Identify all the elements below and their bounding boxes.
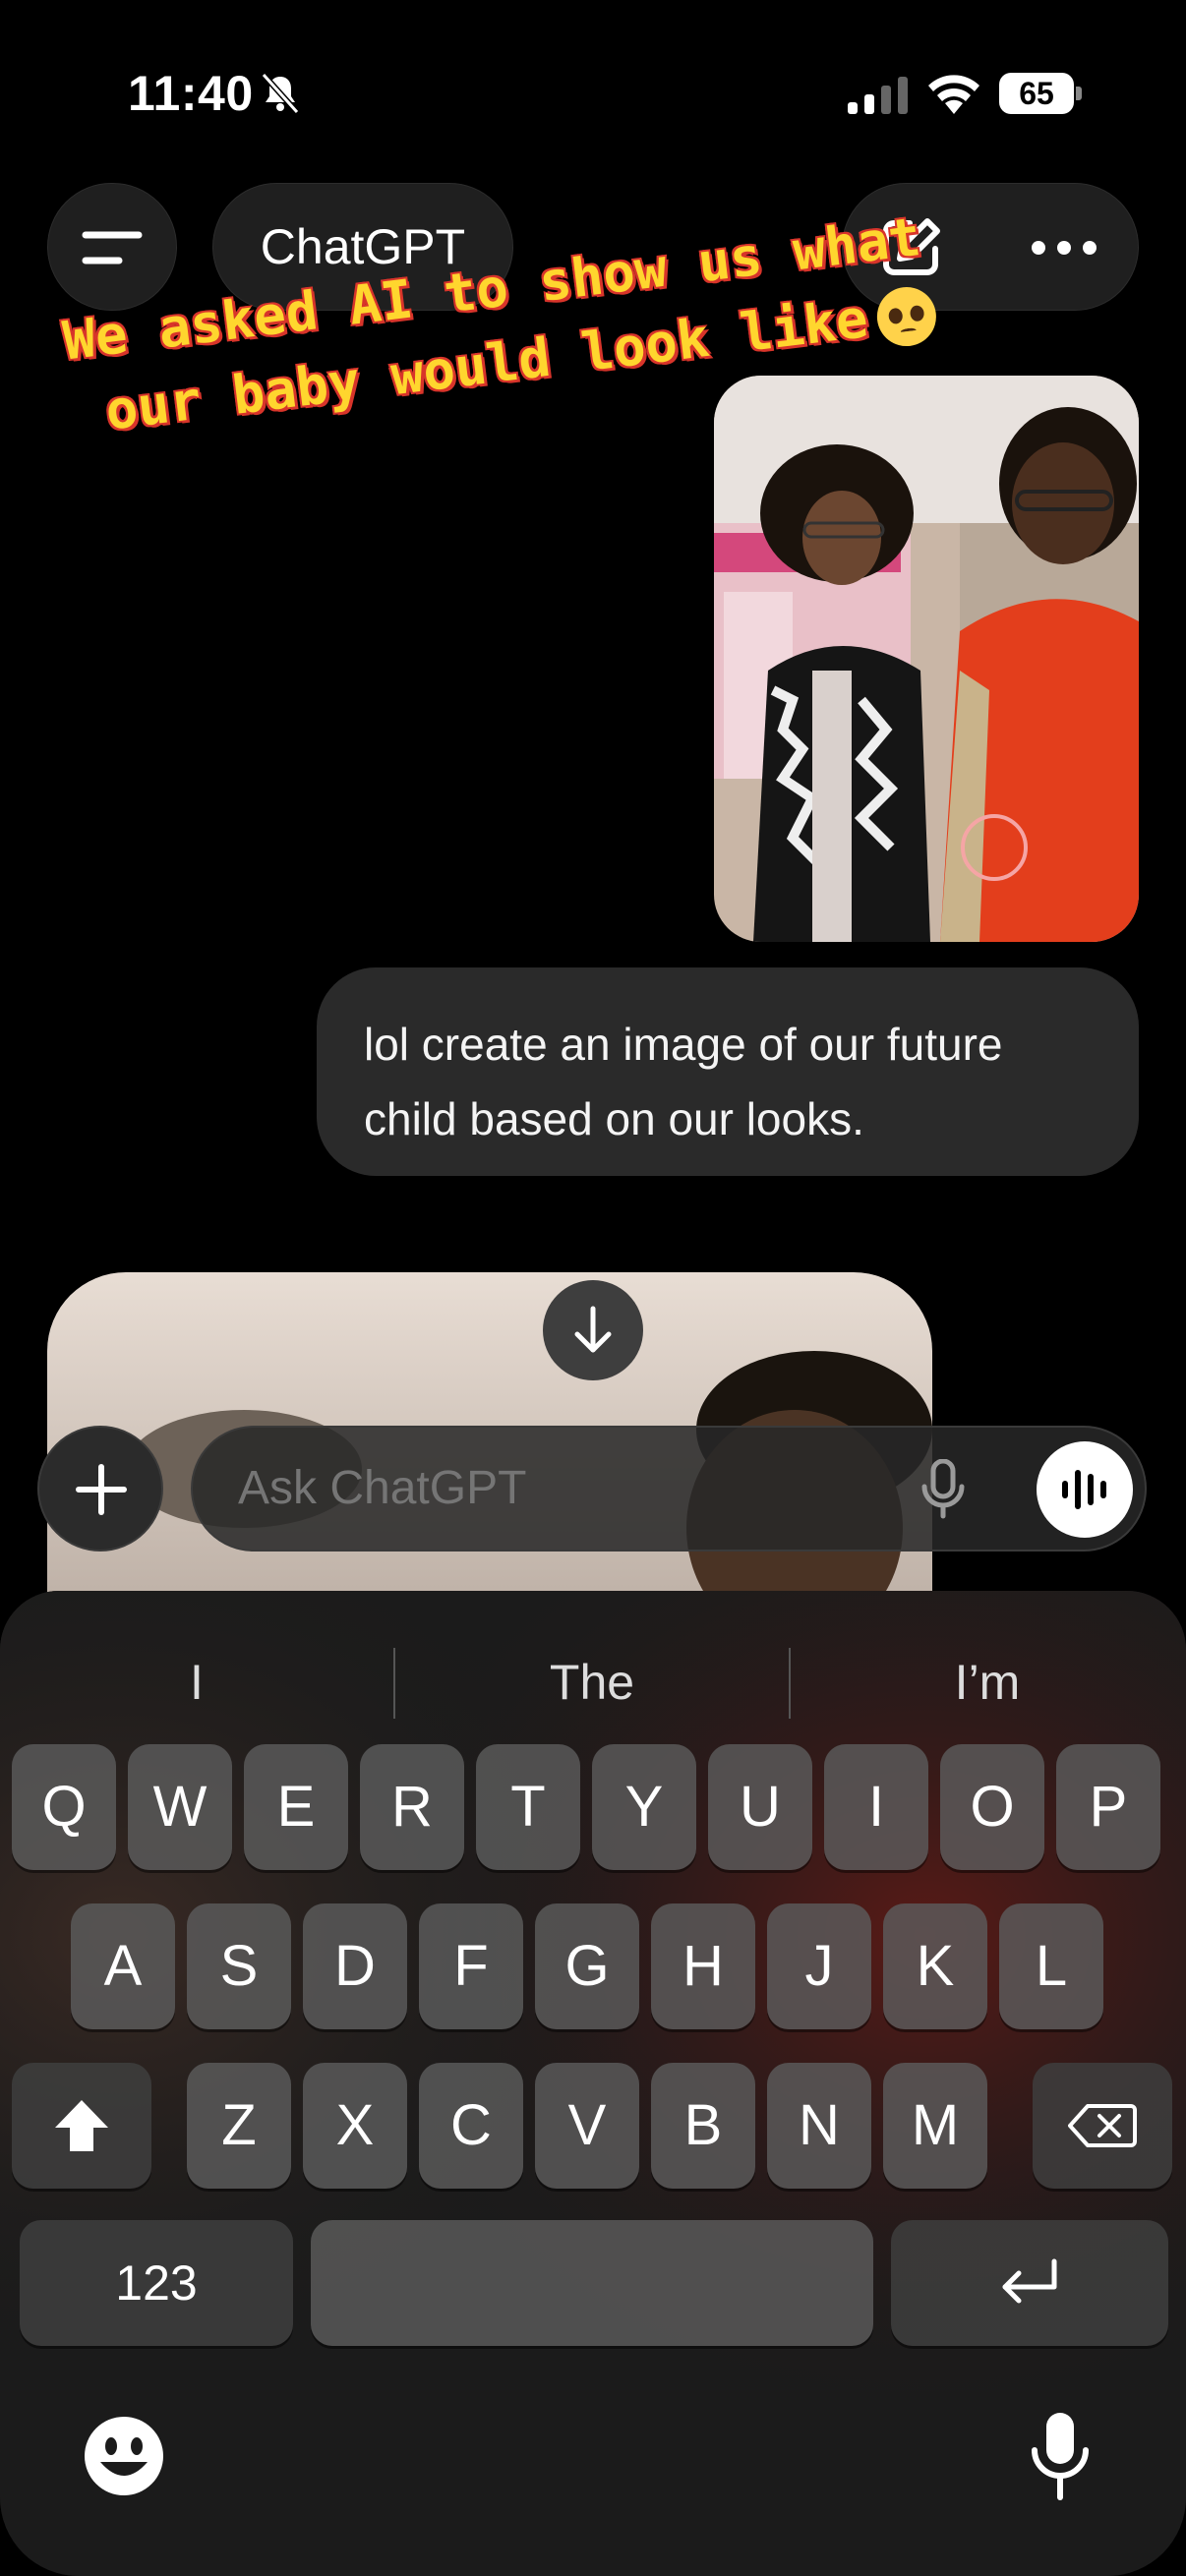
- menu-icon: [82, 231, 143, 264]
- key-w[interactable]: W: [128, 1744, 232, 1870]
- key-y[interactable]: Y: [592, 1744, 696, 1870]
- numbers-key[interactable]: 123: [20, 2220, 293, 2346]
- backspace-icon: [1068, 2104, 1137, 2147]
- key-g[interactable]: G: [535, 1903, 639, 2029]
- keyboard: I The I’m Q W E R T Y U I O P A S D F G …: [0, 1591, 1186, 2576]
- key-u[interactable]: U: [708, 1744, 812, 1870]
- emoji-icon[interactable]: [83, 2415, 165, 2497]
- menu-button[interactable]: [47, 183, 177, 311]
- suggestion-1[interactable]: I: [0, 1638, 393, 1727]
- key-a[interactable]: A: [71, 1903, 175, 2029]
- key-c[interactable]: C: [419, 2063, 523, 2189]
- backspace-key[interactable]: [1033, 2063, 1172, 2189]
- bell-slash-icon: [261, 72, 300, 115]
- user-message: lol create an image of our future child …: [317, 967, 1139, 1176]
- key-k[interactable]: K: [883, 1903, 987, 2029]
- key-t[interactable]: T: [476, 1744, 580, 1870]
- key-v[interactable]: V: [535, 2063, 639, 2189]
- scroll-to-bottom-button[interactable]: [543, 1280, 643, 1380]
- message-input-container: [191, 1426, 1147, 1551]
- message-input[interactable]: [238, 1428, 867, 1550]
- key-q[interactable]: Q: [12, 1744, 116, 1870]
- key-m[interactable]: M: [883, 2063, 987, 2189]
- key-s[interactable]: S: [187, 1903, 291, 2029]
- shift-key[interactable]: [12, 2063, 151, 2189]
- signal-icon: [848, 77, 908, 114]
- key-z[interactable]: Z: [187, 2063, 291, 2189]
- key-n[interactable]: N: [767, 2063, 871, 2189]
- key-j[interactable]: J: [767, 1903, 871, 2029]
- pleading-face-icon: [873, 283, 940, 350]
- voice-mode-button[interactable]: [1037, 1441, 1133, 1538]
- voice-mode-icon: [1062, 1470, 1106, 1509]
- key-d[interactable]: D: [303, 1903, 407, 2029]
- status-time: 11:40: [128, 66, 254, 121]
- suggestion-2[interactable]: The: [395, 1638, 789, 1727]
- arrow-down-icon: [574, 1306, 612, 1353]
- suggestion-3[interactable]: I’m: [791, 1638, 1184, 1727]
- return-icon: [1002, 2258, 1057, 2304]
- attach-button[interactable]: [37, 1426, 163, 1551]
- wifi-icon: [928, 75, 979, 114]
- key-e[interactable]: E: [244, 1744, 348, 1870]
- microphone-icon[interactable]: [920, 1459, 966, 1520]
- uploaded-photo[interactable]: [714, 376, 1139, 942]
- return-key[interactable]: [891, 2220, 1168, 2346]
- battery-icon: 65: [999, 73, 1082, 114]
- plus-icon: [76, 1464, 127, 1515]
- space-key[interactable]: [311, 2220, 873, 2346]
- key-b[interactable]: B: [651, 2063, 755, 2189]
- key-l[interactable]: L: [999, 1903, 1103, 2029]
- battery-level: 65: [1019, 76, 1054, 111]
- shift-icon: [55, 2100, 108, 2151]
- key-o[interactable]: O: [940, 1744, 1044, 1870]
- key-p[interactable]: P: [1056, 1744, 1160, 1870]
- key-f[interactable]: F: [419, 1903, 523, 2029]
- key-r[interactable]: R: [360, 1744, 464, 1870]
- dictation-icon[interactable]: [1029, 2409, 1092, 2503]
- key-i[interactable]: I: [824, 1744, 928, 1870]
- key-x[interactable]: X: [303, 2063, 407, 2189]
- key-h[interactable]: H: [651, 1903, 755, 2029]
